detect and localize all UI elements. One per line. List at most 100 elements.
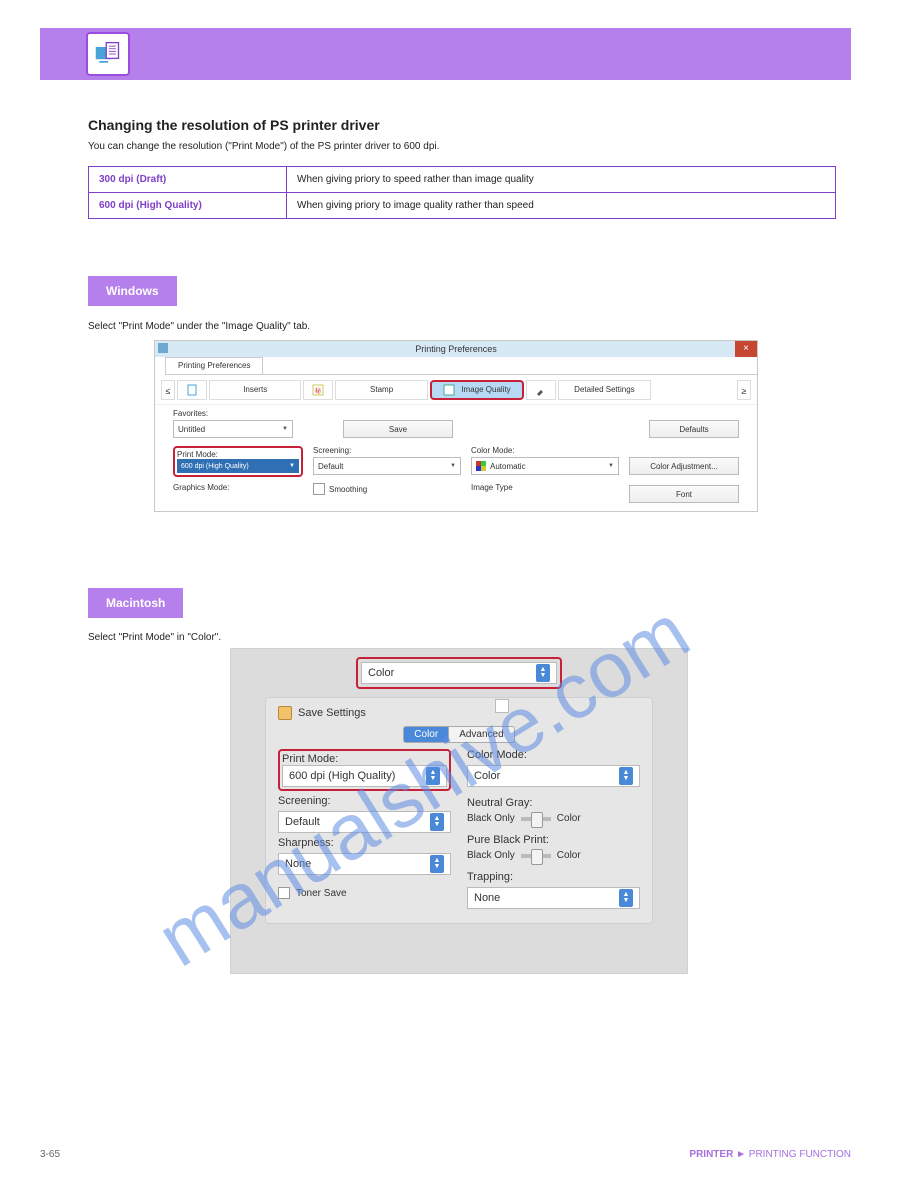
slider-track[interactable]: [521, 854, 551, 858]
screening-select[interactable]: Default ▲▼: [278, 811, 451, 833]
panel-select[interactable]: Color ▲▼: [361, 662, 557, 684]
ghost-square: [495, 699, 509, 713]
seg-color[interactable]: Color: [403, 726, 449, 743]
screening-value: Default: [318, 462, 343, 471]
updown-arrows-icon: ▲▼: [536, 664, 550, 682]
mac-col-left: Print Mode: 600 dpi (High Quality) ▲▼ Sc…: [278, 749, 451, 909]
neutral-gray-label: Neutral Gray:: [467, 797, 640, 809]
settings-row: Print Mode: 600 dpi (High Quality) ▼ Gra…: [155, 440, 757, 509]
printer-driver-icon: [86, 32, 130, 76]
favorites-select[interactable]: Untitled ▼: [173, 420, 293, 438]
pureblack-slider[interactable]: Black Only Color: [467, 850, 640, 861]
stamp-button[interactable]: Stamp: [335, 380, 427, 400]
cell-label: 600 dpi (High Quality): [89, 193, 287, 219]
save-settings-row: Save Settings: [278, 706, 640, 720]
color-swatch-icon: [476, 461, 486, 471]
top-select-highlight: Color ▲▼: [356, 657, 562, 689]
stamp-glyph-icon: 秘: [312, 384, 324, 396]
slider-track[interactable]: [521, 817, 551, 821]
color-adjustment-button[interactable]: Color Adjustment...: [629, 457, 739, 475]
colormode-label: Color Mode:: [467, 749, 640, 761]
graphics-mode-label: Graphics Mode:: [173, 483, 303, 492]
pureblack-label: Pure Black Print:: [467, 834, 640, 846]
smoothing-label: Smoothing: [329, 485, 367, 494]
chevron-down-icon: ▼: [289, 463, 295, 469]
favorites-label: Favorites:: [155, 405, 757, 418]
print-mode-select[interactable]: 600 dpi (High Quality) ▼: [177, 459, 299, 473]
scroll-right-button[interactable]: ≥: [737, 380, 751, 400]
page-number: 3-65: [40, 1149, 60, 1160]
lock-icon: [278, 706, 292, 720]
print-mode-col: Print Mode: 600 dpi (High Quality) ▼ Gra…: [173, 446, 303, 503]
updown-arrows-icon: ▲▼: [430, 813, 444, 831]
printmode-value: 600 dpi (High Quality): [289, 770, 395, 782]
save-settings-label[interactable]: Save Settings: [298, 707, 366, 719]
favorites-value: Untitled: [178, 425, 205, 434]
colormode-col: Color Mode: Automatic ▼ Image Type: [471, 446, 619, 503]
mac-card: Save Settings Color Advanced Print Mode:…: [265, 697, 653, 924]
image-quality-button[interactable]: Image Quality: [430, 380, 524, 400]
macintosh-badge: Macintosh: [88, 588, 183, 618]
dialog-titlebar: Printing Preferences ×: [155, 341, 757, 357]
screening-value: Default: [285, 816, 320, 828]
color-label: Color: [557, 850, 581, 861]
stamp-icon: 秘: [303, 380, 333, 400]
favorites-row: Untitled ▼ Save Defaults: [155, 418, 757, 440]
trapping-select[interactable]: None ▲▼: [467, 887, 640, 909]
scroll-left-button[interactable]: ≤: [161, 380, 175, 400]
sharpness-label: Sharpness:: [278, 837, 451, 849]
printmode-select[interactable]: 600 dpi (High Quality) ▲▼: [282, 765, 447, 787]
cell-desc: When giving priory to image quality rath…: [287, 193, 836, 219]
svg-text:秘: 秘: [315, 387, 321, 395]
chevron-down-icon: ▼: [450, 463, 456, 469]
smoothing-checkbox[interactable]: [313, 483, 325, 495]
seg-advanced[interactable]: Advanced: [449, 726, 514, 743]
colormode-select[interactable]: Automatic ▼: [471, 457, 619, 475]
save-button[interactable]: Save: [343, 420, 453, 438]
trapping-value: None: [474, 892, 500, 904]
table-row: 300 dpi (Draft) When giving priory to sp…: [89, 167, 836, 193]
tab-row: Printing Preferences: [165, 357, 757, 375]
table-row: 600 dpi (High Quality) When giving prior…: [89, 193, 836, 219]
tonersave-label: Toner Save: [296, 888, 347, 899]
inserts-button[interactable]: Inserts: [209, 380, 301, 400]
updown-arrows-icon: ▲▼: [619, 767, 633, 785]
neutral-gray-slider[interactable]: Black Only Color: [467, 813, 640, 824]
updown-arrows-icon: ▲▼: [430, 855, 444, 873]
page-header: [40, 28, 851, 80]
black-only-label: Black Only: [467, 813, 515, 824]
font-button[interactable]: Font: [629, 485, 739, 503]
printmode-label: Print Mode:: [282, 753, 447, 765]
screening-select[interactable]: Default ▼: [313, 457, 461, 475]
chevron-down-icon: ▼: [608, 463, 614, 469]
inserts-icon: [177, 380, 207, 400]
tonersave-checkbox[interactable]: [278, 887, 290, 899]
chevron-down-icon: ▼: [282, 426, 288, 432]
right-buttons-col: Color Adjustment... Font: [629, 446, 739, 503]
detailed-button[interactable]: Detailed Settings: [558, 380, 650, 400]
print-mode-value: 600 dpi (High Quality): [181, 463, 249, 470]
colormode-label: Color Mode:: [471, 446, 619, 455]
black-only-label: Black Only: [467, 850, 515, 861]
mac-columns: Print Mode: 600 dpi (High Quality) ▲▼ Sc…: [278, 749, 640, 909]
tab-main[interactable]: Printing Preferences: [165, 357, 263, 374]
colormode-select[interactable]: Color ▲▼: [467, 765, 640, 787]
updown-arrows-icon: ▲▼: [619, 889, 633, 907]
mac-col-right: Color Mode: Color ▲▼ Neutral Gray: Black…: [467, 749, 640, 909]
sharpness-select[interactable]: None ▲▼: [278, 853, 451, 875]
cell-desc: When giving priory to speed rather than …: [287, 167, 836, 193]
dialog-title: Printing Preferences: [415, 344, 497, 354]
macintosh-caption: Select "Print Mode" in "Color".: [88, 632, 221, 643]
windows-dialog: Printing Preferences × Printing Preferen…: [154, 340, 758, 512]
defaults-button[interactable]: Defaults: [649, 420, 739, 438]
titlebar-icon: [158, 343, 168, 353]
footer-right-b: PRINTING FUNCTION: [749, 1149, 851, 1160]
close-icon[interactable]: ×: [735, 341, 757, 357]
printmode-highlight: Print Mode: 600 dpi (High Quality) ▲▼: [278, 749, 451, 791]
wrench-icon: [535, 384, 547, 396]
section-title: Changing the resolution of PS printer dr…: [88, 117, 380, 133]
screening-label: Screening:: [278, 795, 451, 807]
segment-control: Color Advanced: [278, 726, 640, 743]
image-quality-icon: [443, 384, 455, 396]
image-quality-label: Image Quality: [461, 385, 510, 394]
